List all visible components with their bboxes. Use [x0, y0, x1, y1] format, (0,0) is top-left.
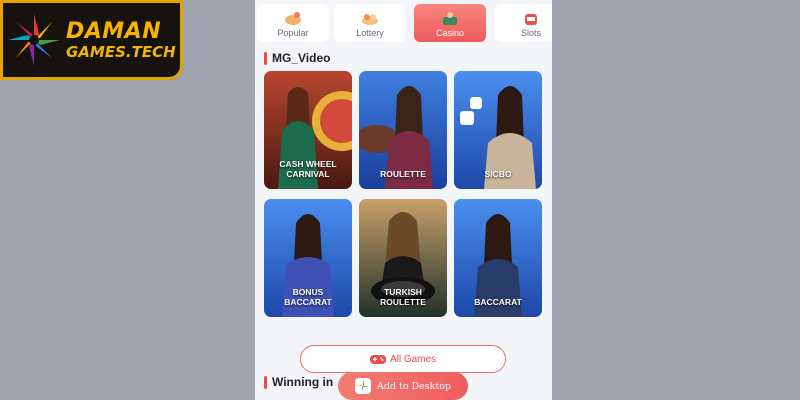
tab-popular[interactable]: Popular [257, 4, 329, 42]
all-games-button[interactable]: All Games [300, 345, 506, 373]
winning-title: Winning in [272, 375, 334, 389]
tab-label: Popular [277, 28, 309, 38]
game-label: TURKISH ROULETTE [380, 287, 426, 307]
all-games-label: All Games [389, 353, 437, 365]
game-card-roulette[interactable]: ROULETTE [359, 71, 447, 189]
gamepad-icon [369, 355, 386, 364]
tab-slots[interactable]: Slots [495, 4, 552, 42]
brand-logo: DAMAN GAMES.TECH [0, 0, 183, 80]
game-card-sicbo[interactable]: SICBO [454, 71, 542, 189]
popular-icon [285, 12, 301, 25]
lottery-icon [362, 14, 378, 25]
slots-icon [525, 14, 537, 25]
casino-icon [443, 12, 457, 25]
tab-lottery[interactable]: Lottery [334, 4, 406, 42]
game-label: BACCARAT [474, 297, 522, 307]
game-card-turkish-roulette[interactable]: TURKISH ROULETTE [359, 199, 447, 317]
game-card-bonus-baccarat[interactable]: BONUS BACCARAT [264, 199, 352, 317]
tab-label: Slots [520, 28, 541, 38]
game-card-baccarat[interactable]: BACCARAT [454, 199, 542, 317]
section-accent-bar [264, 51, 267, 65]
tab-label: Casino [435, 28, 464, 38]
add-to-desktop-button[interactable]: Add to Desktop [338, 372, 468, 400]
logo-subtitle: GAMES.TECH [66, 42, 176, 61]
star-burst-logo-icon [8, 14, 60, 66]
game-label: SICBO [484, 169, 512, 179]
game-card-cash-wheel-carnival[interactable]: CASH WHEEL CARNIVAL [264, 71, 352, 189]
add-desktop-label: Add to Desktop [376, 380, 452, 392]
game-label: ROULETTE [380, 169, 426, 179]
section-title: MG_Video [272, 51, 331, 65]
app-icon [354, 378, 371, 394]
logo-title: DAMAN [66, 18, 162, 44]
casino-panel: Popular Lottery Casino Slots MG_Video CA… [255, 0, 552, 400]
game-label: CASH WHEEL CARNIVAL [279, 159, 337, 179]
section-accent-bar [264, 375, 267, 389]
tab-label: Lottery [356, 28, 384, 38]
category-tabs: Popular Lottery Casino Slots [255, 0, 552, 46]
section-header: MG_Video [264, 51, 330, 65]
tab-casino[interactable]: Casino [414, 4, 486, 42]
game-label: BONUS BACCARAT [284, 287, 332, 307]
winning-section-header: Winning in [264, 375, 333, 389]
